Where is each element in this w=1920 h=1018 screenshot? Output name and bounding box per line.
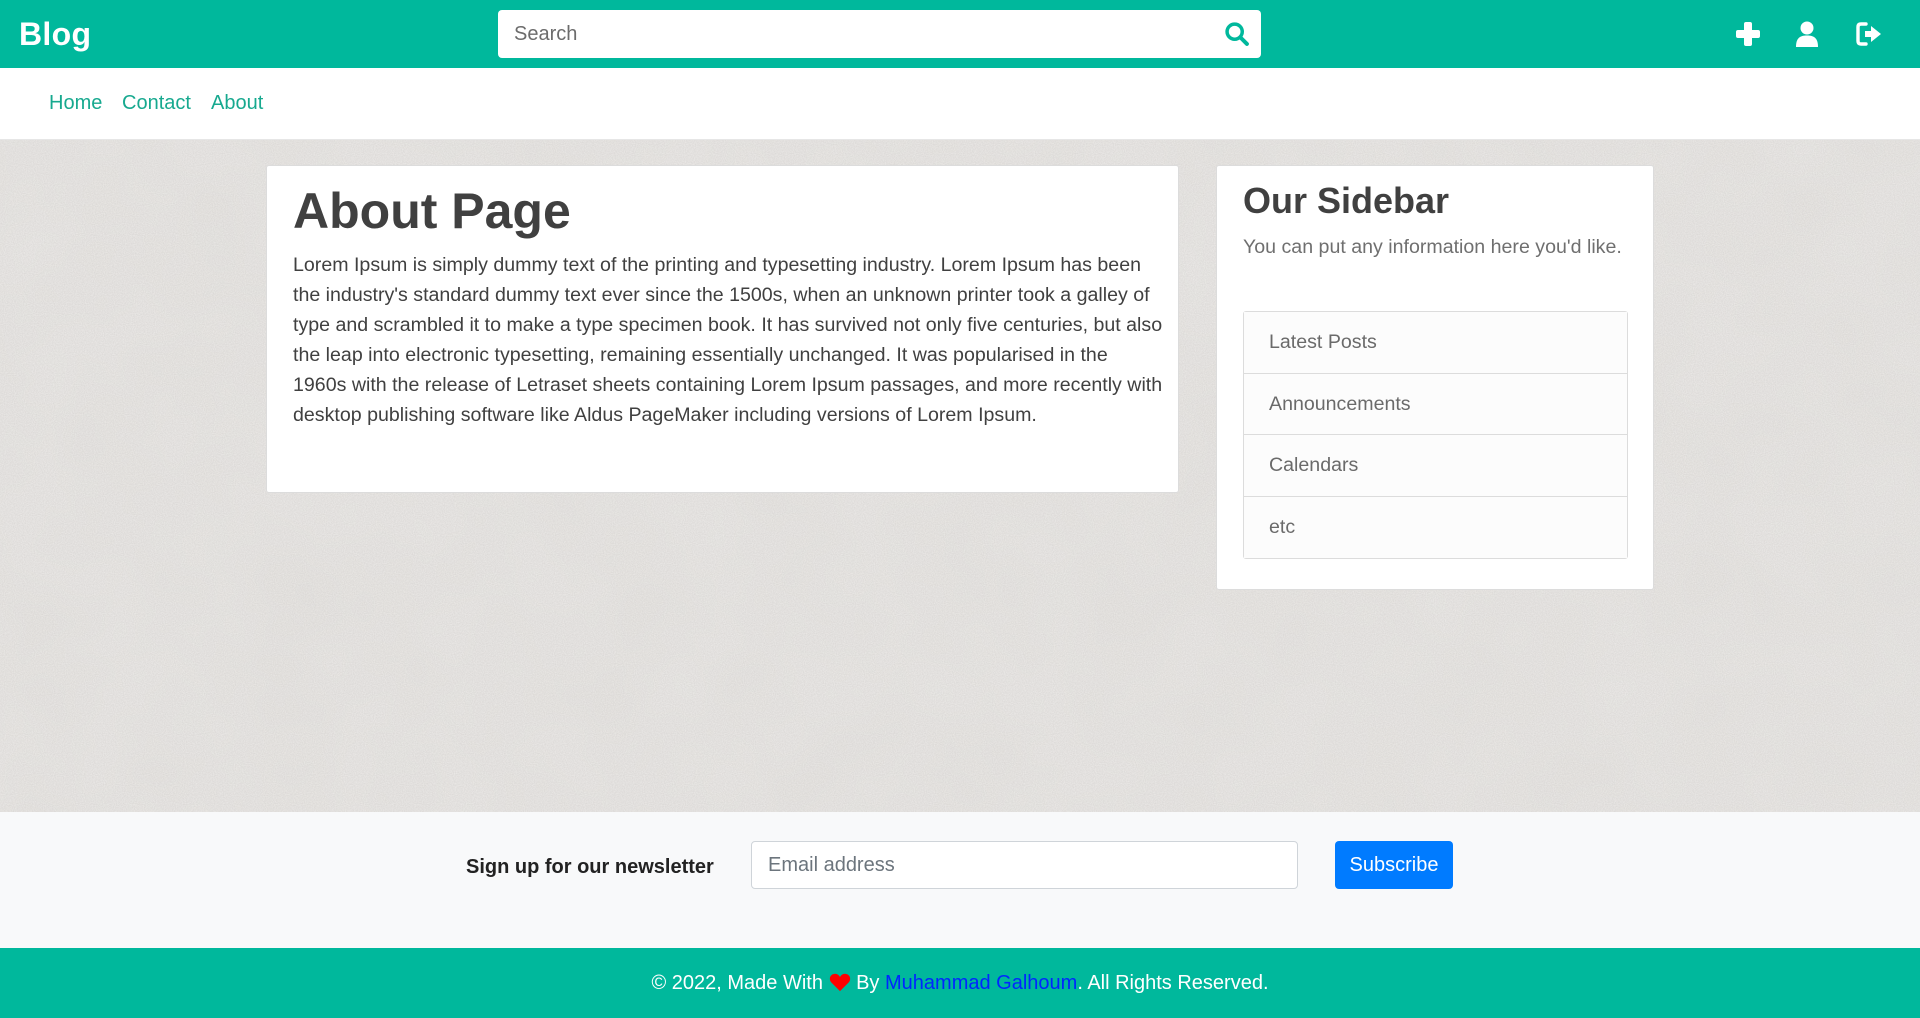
footer-suffix: . All Rights Reserved. xyxy=(1077,972,1269,994)
user-icon[interactable] xyxy=(1793,20,1821,48)
email-field[interactable] xyxy=(751,841,1298,889)
footer-prefix: © 2022, Made With xyxy=(651,972,823,994)
nav-link-contact[interactable]: Contact xyxy=(122,92,191,115)
nav-link-home[interactable]: Home xyxy=(49,92,102,115)
subscribe-button[interactable]: Subscribe xyxy=(1335,841,1453,889)
footer-by: By xyxy=(856,972,880,994)
main-content: About Page Lorem Ipsum is simply dummy t… xyxy=(0,140,1920,812)
search-input[interactable] xyxy=(498,10,1198,58)
about-body-text: Lorem Ipsum is simply dummy text of the … xyxy=(293,254,1163,426)
sidebar-item-calendars[interactable]: Calendars xyxy=(1244,435,1627,497)
newsletter-label: Sign up for our newsletter xyxy=(466,856,714,878)
sidebar-description: You can put any information here you'd l… xyxy=(1243,236,1622,258)
sign-out-icon[interactable] xyxy=(1855,20,1883,48)
footer: © 2022, Made With By Muhammad Galhoum. A… xyxy=(0,948,1920,1018)
sidebar-item-announcements[interactable]: Announcements xyxy=(1244,373,1627,435)
heart-icon xyxy=(829,973,850,992)
sidebar-title: Our Sidebar xyxy=(1243,180,1450,221)
page-title: About Page xyxy=(293,183,571,239)
sidebar-card: Our Sidebar You can put any information … xyxy=(1216,165,1654,590)
sidebar-item-latest-posts[interactable]: Latest Posts xyxy=(1244,312,1627,374)
sidebar-list: Latest Posts Announcements Calendars etc xyxy=(1243,311,1628,559)
plus-icon[interactable] xyxy=(1734,20,1762,48)
author-link[interactable]: Muhammad Galhoum xyxy=(885,972,1077,994)
brand-logo[interactable]: Blog xyxy=(19,16,91,53)
search-box xyxy=(498,10,1261,58)
top-bar: Blog xyxy=(0,0,1920,68)
main-nav: Home Contact About xyxy=(0,68,1920,140)
sidebar-item-etc[interactable]: etc xyxy=(1244,496,1627,558)
about-card: About Page Lorem Ipsum is simply dummy t… xyxy=(266,165,1179,493)
newsletter-section: Sign up for our newsletter Subscribe xyxy=(0,812,1920,948)
search-icon[interactable] xyxy=(1223,20,1251,48)
nav-link-about[interactable]: About xyxy=(211,92,263,115)
